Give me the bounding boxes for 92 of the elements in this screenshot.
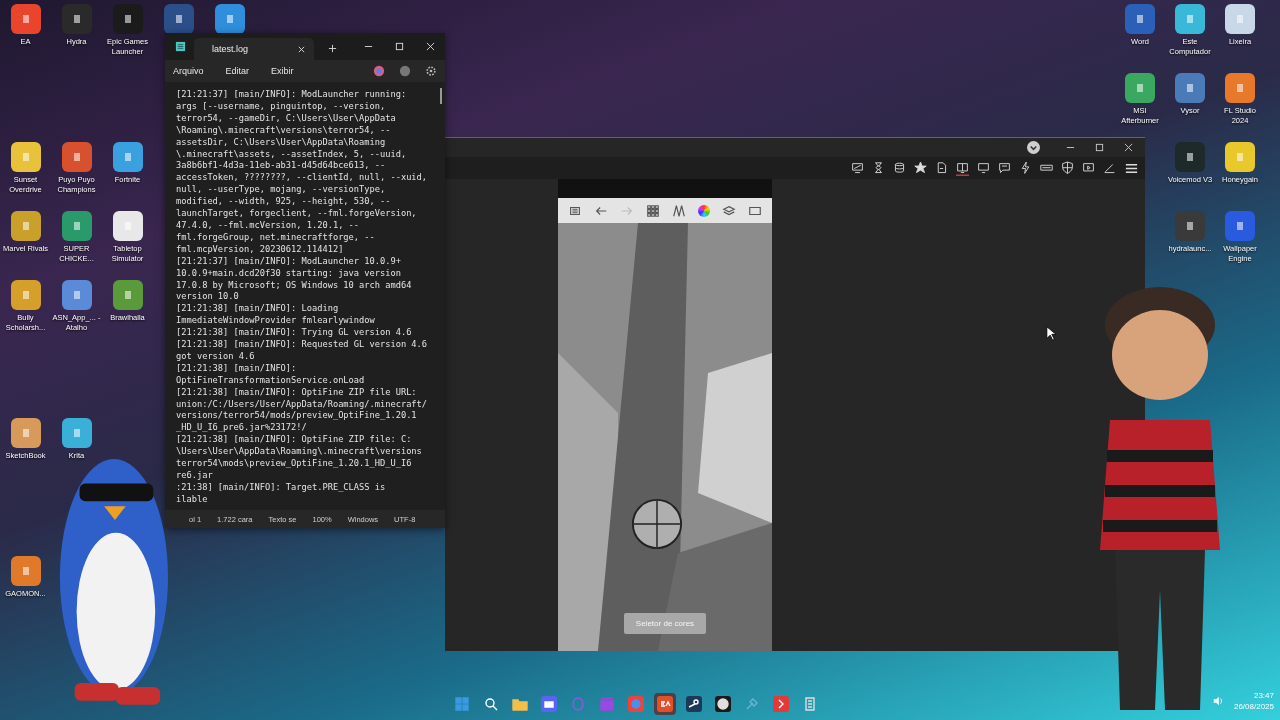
app-icon[interactable] xyxy=(61,418,92,448)
monitor-icon[interactable] xyxy=(977,160,990,176)
app-icon[interactable] xyxy=(61,142,92,172)
log-line: versions/terror54/mods/preview_OptiFine_1.20.1 xyxy=(176,410,418,423)
app-icon[interactable] xyxy=(112,280,143,310)
app-icon[interactable] xyxy=(10,4,41,34)
app-icon[interactable] xyxy=(112,142,143,172)
grid-icon[interactable] xyxy=(646,203,660,218)
log-line: OptiFineTransformationService.onLoad xyxy=(176,374,366,387)
close-icon[interactable] xyxy=(297,44,306,54)
screen-icon[interactable] xyxy=(851,160,864,176)
star-icon[interactable] xyxy=(914,160,927,176)
menu-item[interactable]: Editar xyxy=(225,66,250,76)
crosshair-icon xyxy=(630,497,684,551)
log-line: [21:21:38] [main/INFO]: Trying GL version 4.6 xyxy=(176,327,413,340)
shield-icon[interactable] xyxy=(1061,160,1074,176)
hourglass-icon[interactable] xyxy=(872,160,885,176)
log-line: re6.jar xyxy=(176,470,214,482)
log-line: [21:21:38] [main/INFO]: Requested GL version 4.6 xyxy=(176,339,429,351)
menu-item[interactable]: Arquivo xyxy=(173,66,204,76)
notepad-icon xyxy=(175,41,186,52)
log-line: [21:21:37] [main/INFO]: ModLauncher running: xyxy=(176,89,408,101)
log-line: accessToken, ????????, --clientId, null, --xuid, xyxy=(176,172,429,185)
log-line: _HD_U_I6_pre6.jar%23172!/ xyxy=(176,422,308,435)
add-tab-icon[interactable] xyxy=(328,44,337,53)
doc-icon[interactable] xyxy=(935,160,948,176)
app-icon[interactable] xyxy=(10,142,41,172)
layers-icon[interactable] xyxy=(722,203,736,218)
app-icon[interactable] xyxy=(1225,73,1255,103)
app-icon[interactable] xyxy=(1175,142,1205,172)
chat-icon[interactable] xyxy=(998,160,1011,176)
date-text: 26/08/2025 xyxy=(1233,701,1274,712)
log-line: launchTarget, forgeclient, --fml.forgeVersion, xyxy=(176,208,418,220)
log-line: ilable xyxy=(176,493,209,506)
log-line: [21:21:38] [main/INFO]: xyxy=(176,362,298,375)
app-icon[interactable] xyxy=(1125,4,1155,34)
log-line: 10.0.9+main.dcd20f30 starting: java version xyxy=(176,267,402,280)
log-line: [21:21:38] [main/INFO]: OptiFine ZIP file URL: xyxy=(176,386,418,399)
close-icon[interactable] xyxy=(1124,143,1133,152)
app-icon[interactable] xyxy=(10,418,41,448)
app-icon[interactable] xyxy=(1175,4,1205,34)
color-wheel-icon[interactable] xyxy=(698,204,710,217)
download-icon[interactable] xyxy=(1027,141,1040,154)
book-icon[interactable] xyxy=(956,160,969,176)
log-line: null, --userType, mojang, --versionType, xyxy=(176,184,387,197)
log-line: assetsDir, C:\Users\User\AppData\Roaming xyxy=(176,136,387,149)
menu-item[interactable]: Exibir xyxy=(271,66,294,76)
log-line: modified, --width, 925, --height, 530, -- xyxy=(176,196,392,209)
app-icon[interactable] xyxy=(1225,4,1255,34)
app-icon[interactable] xyxy=(61,280,92,310)
file-tab[interactable]: latest.log xyxy=(194,38,314,60)
app-icon[interactable] xyxy=(10,211,41,241)
log-line: fml.mcpVersion, 20230612.114412] xyxy=(176,243,345,256)
log-line: version 10.0 xyxy=(176,291,240,304)
app-icon[interactable] xyxy=(1175,73,1205,103)
log-line: [21:21:37] [main/INFO]: ModLauncher 10.0.9+ xyxy=(176,255,402,268)
profile-icon[interactable] xyxy=(399,65,411,77)
app-icon[interactable] xyxy=(1225,142,1255,172)
log-line: \Users\User\AppData\Roaming\.minecraft\versions xyxy=(176,446,423,459)
log-line: 3a8b6bf1-4d3a-11eb-ab31-d45d64bce613, -- xyxy=(176,160,387,173)
cursor-icon xyxy=(1046,326,1056,341)
log-line: \Roaming\.minecraft\versions\terror54, -- xyxy=(176,124,392,137)
time-text: 23:47 xyxy=(1253,690,1274,701)
log-line: args [--username, pinguintop, --version, xyxy=(176,100,387,113)
log-line: 47.4.0, --fml.mcVersion, 1.20.1, -- xyxy=(176,219,361,232)
log-line: \.minecraft\assets, --assetIndex, 5, --uuid, xyxy=(176,148,408,161)
log-line: terror54\mods\preview_OptiFine_1.20.1_HD_U_I6 xyxy=(176,458,413,470)
log-line: 17.0.8 by Microsoft; OS Windows 10 arch amd64 xyxy=(176,279,413,292)
log-line: [21:21:38] [main/INFO]: Loading xyxy=(176,303,340,316)
app-icon[interactable] xyxy=(61,4,92,34)
pens-icon[interactable] xyxy=(672,203,686,218)
close-icon[interactable] xyxy=(426,42,435,51)
bolt-icon[interactable] xyxy=(1019,160,1032,176)
log-line: terror54, --gameDir, C:\Users\User\AppData xyxy=(176,112,397,125)
app-icon[interactable] xyxy=(112,4,143,34)
maximize-icon[interactable] xyxy=(1095,143,1104,152)
app-icon[interactable] xyxy=(10,280,41,310)
settings-icon[interactable] xyxy=(425,65,437,77)
log-line: union:/C:/Users/User/AppData/Roaming/.minecraft/ xyxy=(176,398,429,411)
database-icon[interactable] xyxy=(893,160,906,176)
log-line: [21:21:38] [main/INFO]: OptiFine ZIP file: C: xyxy=(176,434,413,447)
app-icon[interactable] xyxy=(163,4,194,34)
maximize-icon[interactable] xyxy=(395,42,404,51)
app-icon[interactable] xyxy=(1125,73,1155,103)
log-line: fml.forgeGroup, net.minecraftforge, -- xyxy=(176,231,376,244)
log-line: :21:38] [main/INFO]: Target.PRE_CLASS is xyxy=(176,481,387,494)
app-icon[interactable] xyxy=(61,211,92,241)
log-line: ImmediateWindowProvider fmlearlywindow xyxy=(176,315,376,328)
app-icon[interactable] xyxy=(112,211,143,241)
app-icon[interactable] xyxy=(214,4,245,34)
app-icon[interactable] xyxy=(10,556,41,586)
log-line: got version 4.6 xyxy=(176,350,256,363)
